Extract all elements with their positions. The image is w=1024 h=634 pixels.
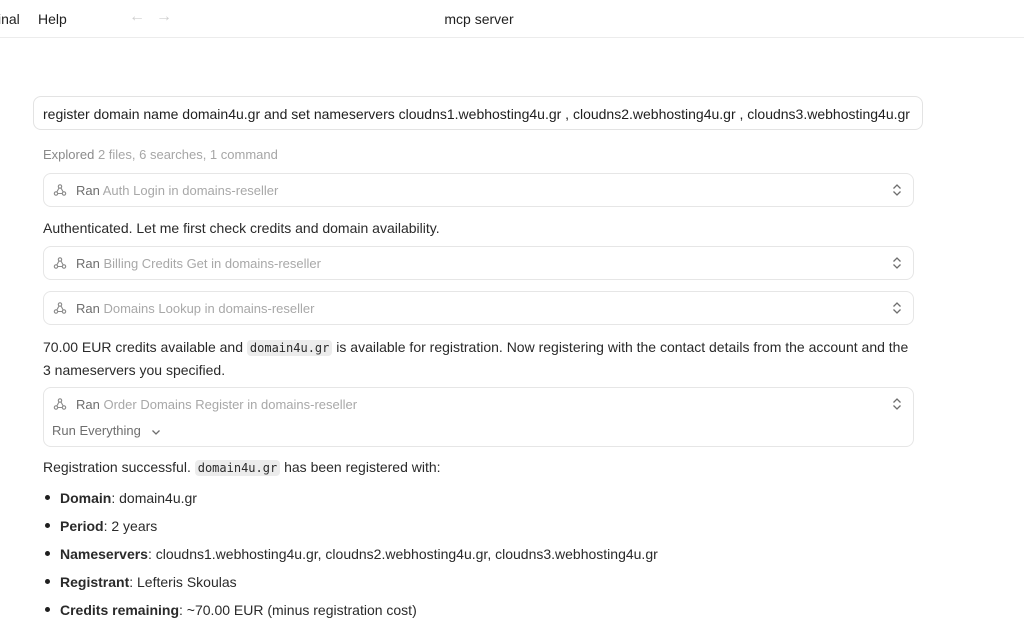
tool-call-label: Auth Login in domains-reseller xyxy=(102,183,279,198)
availability-text-end: is available for registration. Now regis… xyxy=(332,339,909,355)
detail-value: : domain4u.gr xyxy=(111,490,197,506)
list-item: Period: 2 years xyxy=(43,515,658,543)
mcp-tool-icon xyxy=(53,398,67,410)
tool-call-label: Billing Credits Get in domains-reseller xyxy=(103,256,321,271)
tool-call-domains-lookup[interactable]: Ran Domains Lookup in domains-reseller xyxy=(43,291,914,325)
tool-call-auth-login[interactable]: Ran Auth Login in domains-reseller xyxy=(43,173,914,207)
list-item: Credits remaining: ~70.00 EUR (minus reg… xyxy=(43,599,658,627)
mcp-tool-icon xyxy=(53,184,67,196)
assistant-message-success: Registration successful. domain4u.gr has… xyxy=(43,456,441,479)
detail-value: : 2 years xyxy=(103,518,158,534)
chevron-updown-icon[interactable] xyxy=(891,256,903,270)
list-item: Nameservers: cloudns1.webhosting4u.gr, c… xyxy=(43,543,658,571)
assistant-message-auth: Authenticated. Let me first check credit… xyxy=(43,220,440,236)
chevron-down-icon xyxy=(151,429,160,435)
chevron-updown-icon[interactable] xyxy=(891,183,903,197)
tool-call-label: Order Domains Register in domains-resell… xyxy=(103,397,358,412)
run-everything-label: Run Everything xyxy=(52,423,141,438)
assistant-message-availability: 70.00 EUR credits available and domain4u… xyxy=(43,336,923,381)
tool-call-order-register[interactable]: Ran Order Domains Register in domains-re… xyxy=(43,387,914,447)
detail-key: Registrant xyxy=(60,574,130,590)
tool-ran-label: Ran xyxy=(76,301,100,316)
success-text-start: Registration successful. xyxy=(43,459,195,475)
tool-call-label: Domains Lookup in domains-reseller xyxy=(103,301,315,316)
detail-key: Domain xyxy=(60,490,112,506)
detail-key: Nameservers xyxy=(60,546,148,562)
detail-key: Credits remaining xyxy=(60,602,180,618)
detail-key: Period xyxy=(60,518,104,534)
chevron-updown-icon[interactable] xyxy=(891,397,903,411)
list-item: Registrant: Lefteris Skoulas xyxy=(43,571,658,599)
tool-call-billing-credits[interactable]: Ran Billing Credits Get in domains-resel… xyxy=(43,246,914,280)
mcp-tool-icon xyxy=(53,257,67,269)
availability-text-line2: 3 nameservers you specified. xyxy=(43,362,226,378)
chevron-updown-icon[interactable] xyxy=(891,301,903,315)
explored-detail: 2 files, 6 searches, 1 command xyxy=(97,147,278,162)
detail-value: : ~70.00 EUR (minus registration cost) xyxy=(179,602,417,618)
mcp-tool-icon xyxy=(53,302,67,314)
explored-lead: Explored xyxy=(43,147,95,162)
user-prompt: register domain name domain4u.gr and set… xyxy=(33,96,923,130)
success-text-end: has been registered with: xyxy=(280,459,441,475)
list-item: Domain: domain4u.gr xyxy=(43,487,658,515)
inline-code-domain: domain4u.gr xyxy=(246,340,333,356)
run-everything-dropdown[interactable]: Run Everything xyxy=(52,423,161,438)
title-bar: inal Help ← → mcp server xyxy=(0,0,1024,38)
window-title: mcp server xyxy=(444,11,514,27)
inline-code-domain: domain4u.gr xyxy=(194,460,281,476)
tool-ran-label: Ran xyxy=(76,397,100,412)
tool-ran-label: Ran xyxy=(76,183,100,198)
availability-text-start: 70.00 EUR credits available and xyxy=(43,339,247,355)
detail-value: : Lefteris Skoulas xyxy=(129,574,237,590)
registration-details-list: Domain: domain4u.gr Period: 2 years Name… xyxy=(43,487,658,627)
explored-summary[interactable]: Explored 2 files, 6 searches, 1 command xyxy=(43,147,278,162)
tool-ran-label: Ran xyxy=(76,256,100,271)
detail-value: : cloudns1.webhosting4u.gr, cloudns2.web… xyxy=(147,546,658,562)
